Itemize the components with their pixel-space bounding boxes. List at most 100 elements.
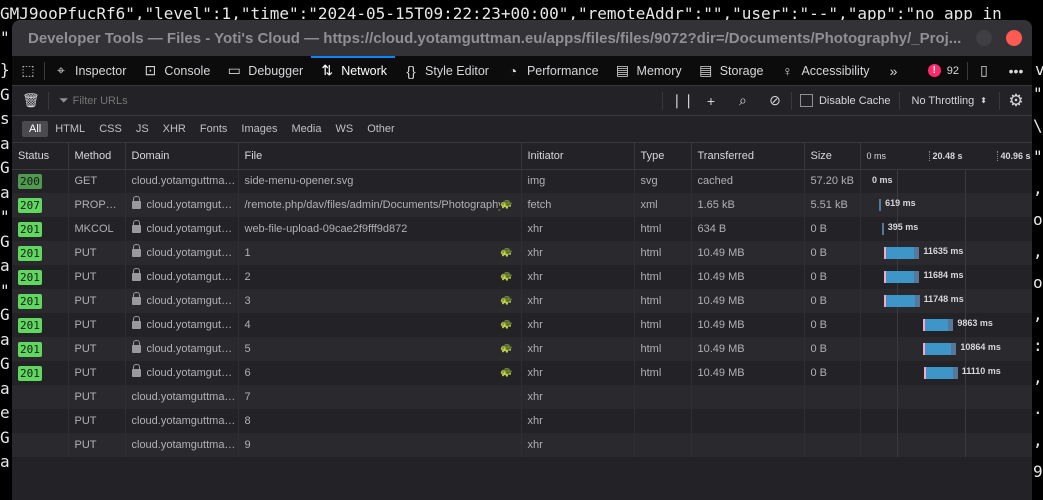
column-header-size[interactable]: Size <box>804 143 861 170</box>
column-header-transferred[interactable]: Transferred <box>691 143 805 170</box>
lock-icon <box>131 268 141 281</box>
type-filter-xhr[interactable]: XHR <box>156 121 193 137</box>
block-icon: ⊘ <box>769 92 781 108</box>
domain-text: cloud.yotamgut… <box>146 199 233 211</box>
type-filter-media[interactable]: Media <box>284 121 328 137</box>
initiator-cell: fetch <box>521 193 635 217</box>
type-filter-ws[interactable]: WS <box>328 121 360 137</box>
responsive-mode-button[interactable]: ▯ <box>967 61 1000 80</box>
more-tabs-button[interactable]: » <box>878 56 910 86</box>
lock-icon <box>131 196 141 209</box>
timing-bar <box>884 295 920 307</box>
error-icon: ! <box>927 64 941 77</box>
request-row[interactable]: 207 PROP… cloud.yotamgut… /remote.php/dav/f… <box>12 193 1032 217</box>
terminal-char: , <box>1033 367 1043 387</box>
domain-text: cloud.yotamgut… <box>146 247 233 259</box>
terminal-char: " <box>1033 84 1043 103</box>
terminal-char: : <box>1033 336 1043 355</box>
clear-button[interactable]: 🗑 <box>12 91 49 110</box>
tab-storage[interactable]: ▤ Storage <box>690 56 772 86</box>
status-cell: 201 <box>12 337 69 361</box>
request-row[interactable]: 201 PUT cloud.yotamgut… 4 🐢 xhr html 10.49 MB 0 … <box>12 313 1032 337</box>
transferred-cell: 10.49 MB <box>691 361 805 385</box>
waterfall-cell: 9863 ms <box>860 313 1032 337</box>
options-menu-button[interactable]: ••• <box>1000 56 1032 86</box>
request-row[interactable]: PUT cloud.yotamguttma… 8 xhr <box>12 409 1032 433</box>
type-filter-other[interactable]: Other <box>360 121 402 137</box>
tab-console[interactable]: ⊡ Console <box>134 56 218 86</box>
minimize-button[interactable] <box>976 30 992 46</box>
file-cell: /remote.php/dav/files/admin/Documents/Ph… <box>238 193 522 217</box>
block-button[interactable]: ⊘ <box>759 86 791 116</box>
console-icon: ⊡ <box>144 62 157 78</box>
type-filter-fonts[interactable]: Fonts <box>193 121 235 137</box>
method-cell: GET <box>68 169 126 193</box>
request-row[interactable]: 201 PUT cloud.yotamgut… 5 🐢 xhr html 10.49 MB 0 … <box>12 337 1032 361</box>
tab-network[interactable]: ⇅ Network <box>311 55 395 86</box>
request-row[interactable]: 201 MKCOL cloud.yotamgut… web-file-upload-0… <box>12 217 1032 241</box>
settings-button[interactable]: ⚙ <box>1000 86 1032 116</box>
file-text: 9 <box>244 439 251 451</box>
element-picker-button[interactable]: ⬚ <box>12 61 45 80</box>
close-button[interactable] <box>1006 30 1022 46</box>
accessibility-icon: ♀ <box>782 62 793 79</box>
transferred-cell: 10.49 MB <box>691 313 805 337</box>
type-filter-html[interactable]: HTML <box>48 121 92 137</box>
search-button[interactable]: ⌕ <box>727 86 759 116</box>
column-header-status[interactable]: Status <box>12 143 69 170</box>
waterfall-cell: 11110 ms <box>860 361 1032 385</box>
tab-style-editor[interactable]: {} Style Editor <box>395 56 497 86</box>
type-filter-js[interactable]: JS <box>129 121 156 137</box>
waterfall-gridline <box>964 265 966 289</box>
waterfall-cell: 11635 ms <box>860 241 1032 265</box>
file-text: 1 <box>244 247 251 259</box>
tab-memory[interactable]: ▤ Memory <box>607 56 690 86</box>
request-row[interactable]: PUT cloud.yotamguttma… 9 xhr <box>12 433 1032 457</box>
lock-icon <box>131 340 141 353</box>
tab-inspector[interactable]: ⌖ Inspector <box>45 56 134 86</box>
style-editor-icon: {} <box>406 62 416 79</box>
domain-cell: cloud.yotamgut… <box>125 361 239 385</box>
column-header-initiator[interactable]: Initiator <box>521 143 635 170</box>
network-filter-bar: 🗑 ⏷ ❘❘ + ⌕ ⊘ Disable Cache No Throttling… <box>12 86 1032 116</box>
pause-button[interactable]: ❘❘ <box>663 86 695 116</box>
terminal-char: 9 <box>1033 462 1043 481</box>
request-row[interactable]: PUT cloud.yotamguttma… 7 xhr <box>12 385 1032 409</box>
domain-text: cloud.yotamgut… <box>146 319 233 331</box>
tab-performance[interactable]: ◔ Performance <box>497 56 607 86</box>
initiator-cell: xhr <box>521 433 635 457</box>
type-cell: xml <box>634 193 692 217</box>
request-row[interactable]: 201 PUT cloud.yotamgut… 1 🐢 xhr html 10.49 MB 0 … <box>12 241 1032 265</box>
throttling-select[interactable]: No Throttling ⬍ <box>900 86 999 116</box>
waterfall-gridline <box>964 433 966 457</box>
new-request-button[interactable]: + <box>695 86 727 116</box>
column-header-method[interactable]: Method <box>68 143 126 170</box>
request-row[interactable]: 200 GET cloud.yotamguttma… side-menu-opener… <box>12 169 1032 193</box>
request-row[interactable]: 201 PUT cloud.yotamgut… 6 🐢 xhr html 10.49 MB 0 … <box>12 361 1032 385</box>
method-cell: PUT <box>68 385 126 409</box>
tab-label: Network <box>341 63 388 78</box>
terminal-char: , <box>1033 178 1043 198</box>
status-cell: 200 <box>12 169 69 193</box>
request-row[interactable]: 201 PUT cloud.yotamgut… 2 🐢 xhr html 10.49 MB 0 … <box>12 265 1032 289</box>
error-count[interactable]: ! 92 <box>920 56 967 86</box>
column-header-type[interactable]: Type <box>634 143 692 170</box>
type-filter-css[interactable]: CSS <box>92 121 129 137</box>
column-header-waterfall[interactable]: 0 ms 20.48 s 40.96 s <box>860 143 1032 170</box>
tab-label: Console <box>164 63 211 78</box>
turtle-icon: 🐢 <box>500 319 513 330</box>
type-filter-all[interactable]: All <box>22 121 49 137</box>
type-filter-images[interactable]: Images <box>234 121 284 137</box>
column-header-domain[interactable]: Domain <box>125 143 239 170</box>
disable-cache-checkbox[interactable]: Disable Cache <box>792 86 899 116</box>
tab-accessibility[interactable]: ♀ Accessibility <box>771 56 877 86</box>
status-badge: 201 <box>18 221 42 237</box>
tab-debugger[interactable]: ▭ Debugger <box>218 56 311 86</box>
type-cell: html <box>634 361 692 385</box>
request-row[interactable]: 201 PUT cloud.yotamgut… 3 🐢 xhr html 10.49 MB 0 … <box>12 289 1032 313</box>
file-text: 4 <box>244 319 251 331</box>
timing-bar <box>923 343 957 355</box>
terminal-char: G <box>0 305 10 324</box>
column-header-file[interactable]: File <box>238 143 522 170</box>
filter-urls-input[interactable] <box>72 94 662 107</box>
